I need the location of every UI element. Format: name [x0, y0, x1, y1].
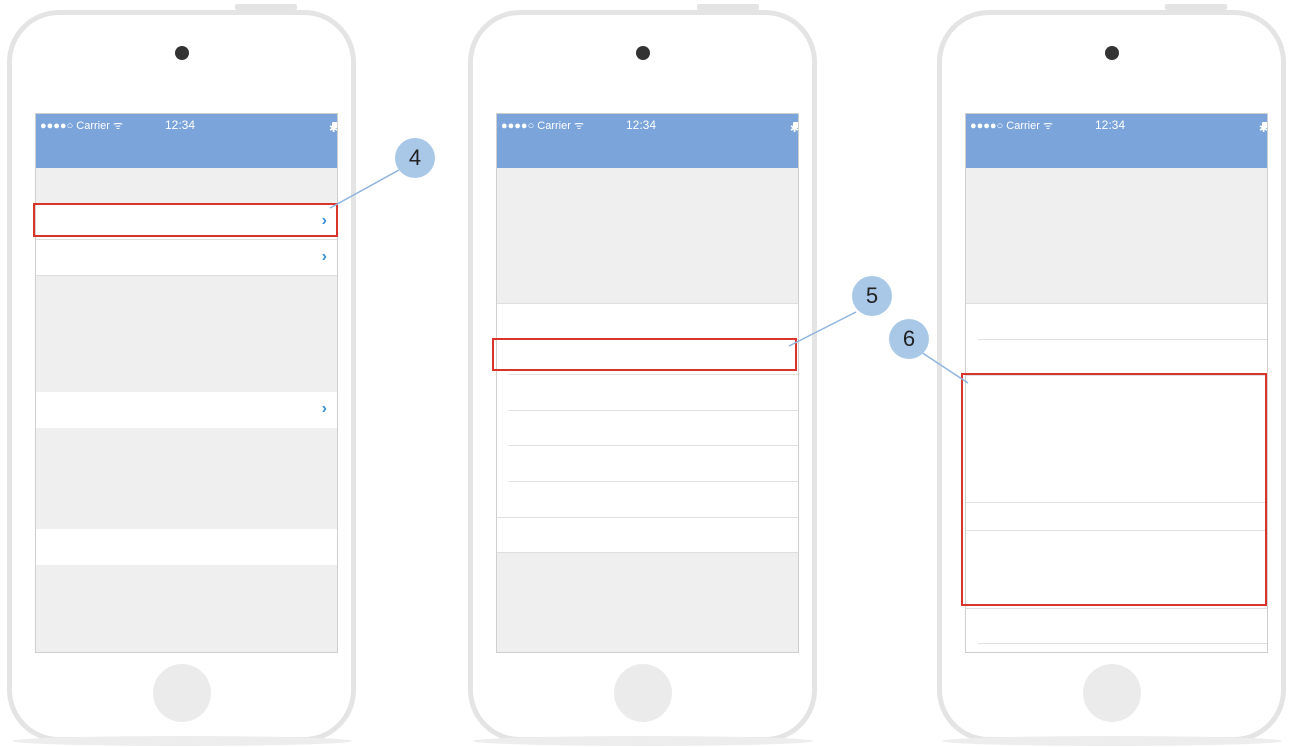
- callout-badge-6: 6: [889, 319, 929, 359]
- leader-line-6: [920, 351, 969, 384]
- leader-line-5: [788, 311, 857, 347]
- leader-line-4: [329, 169, 400, 209]
- callout-badge-4: 4: [395, 138, 435, 178]
- callout-leader-lines: [329, 169, 969, 384]
- callout-badge-5: 5: [852, 276, 892, 316]
